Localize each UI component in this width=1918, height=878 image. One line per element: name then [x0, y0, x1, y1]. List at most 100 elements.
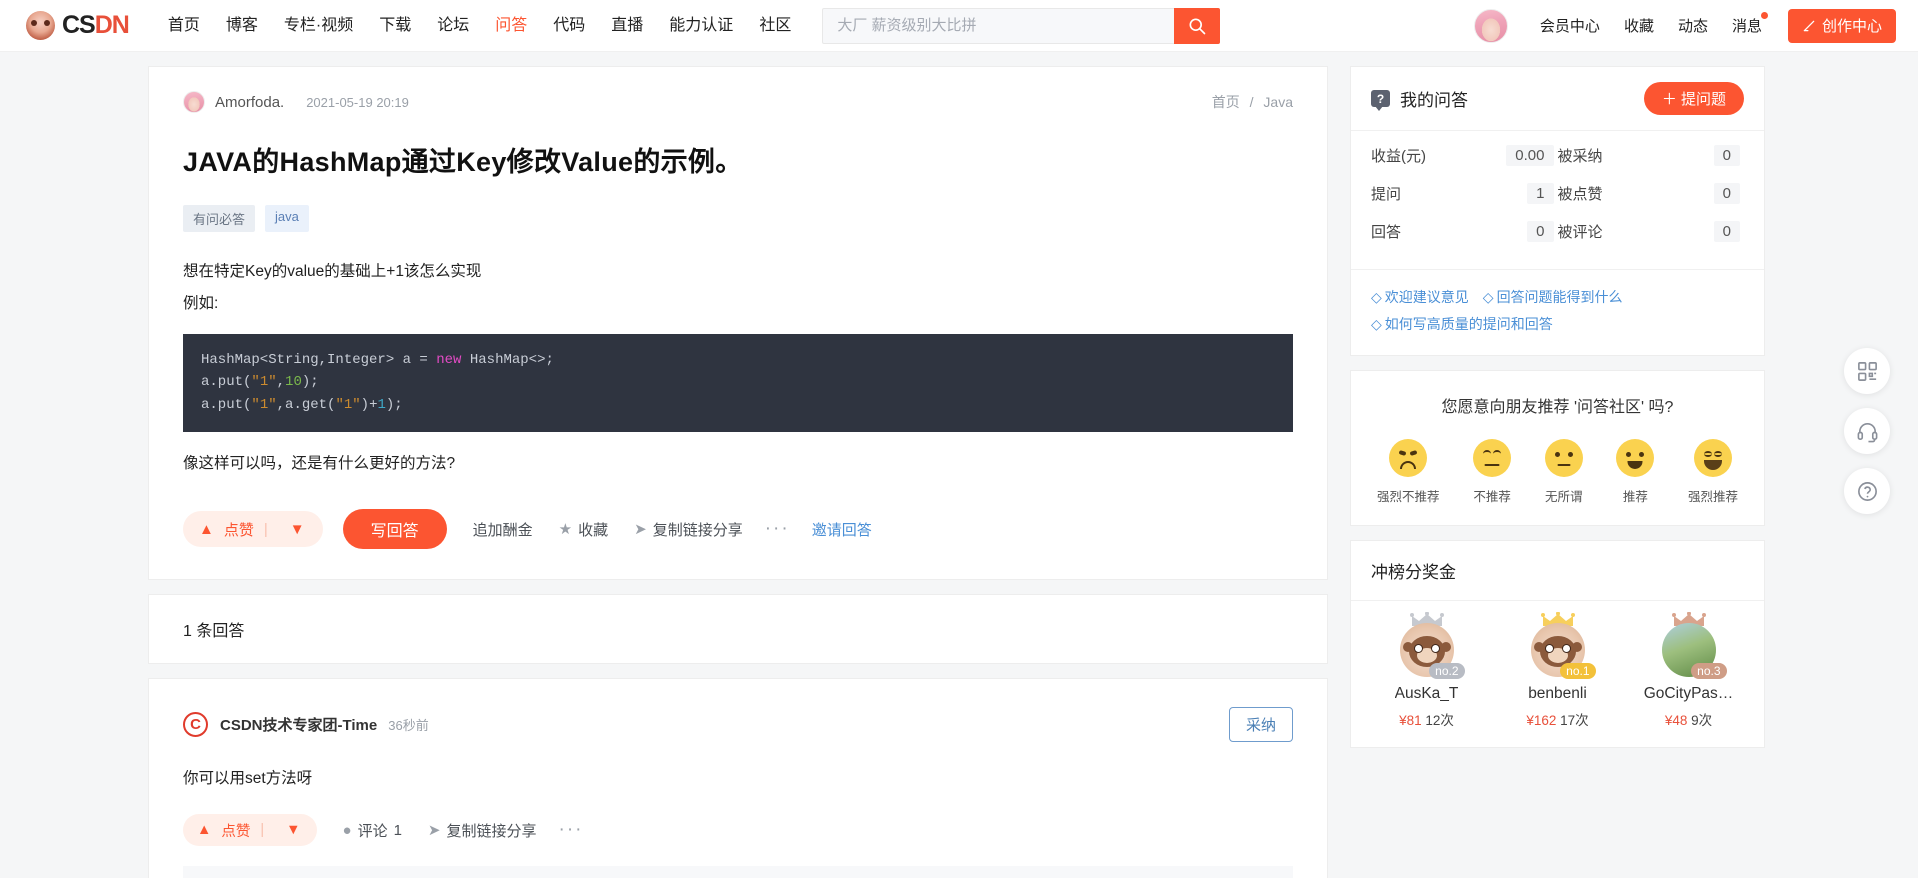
- qrcode-button[interactable]: [1844, 348, 1890, 394]
- search-button[interactable]: [1174, 7, 1221, 44]
- ranking-item[interactable]: no.2 AusKa_T ¥81 12次: [1367, 611, 1487, 729]
- answer-like-control[interactable]: ▲ 点赞 | ▼: [183, 814, 317, 847]
- nav-item-9[interactable]: 社区: [746, 0, 804, 52]
- answerer-avatar[interactable]: C: [183, 712, 208, 738]
- top-navigation-bar: CSDN 首页 博客 专栏·视频 下载 论坛 问答 代码 直播 能力认证 社区 …: [0, 0, 1918, 52]
- invite-answer-button[interactable]: 邀请回答: [812, 519, 872, 540]
- nps-option-neutral[interactable]: 无所谓: [1544, 438, 1583, 505]
- user-avatar[interactable]: [1473, 8, 1508, 43]
- ranking-item[interactable]: no.1 benbenli ¥162 17次: [1498, 611, 1618, 729]
- accept-answer-button[interactable]: 采纳: [1228, 707, 1293, 743]
- suggestion-link[interactable]: ◇ 欢迎建议意见: [1371, 289, 1469, 305]
- search-input[interactable]: [822, 7, 1175, 44]
- ranking-avatar-wrap: no.3: [1661, 611, 1727, 679]
- write-answer-button[interactable]: 写回答: [342, 509, 447, 550]
- rank-badge: no.2: [1429, 662, 1465, 679]
- breadcrumb: 首页 / Java: [1212, 92, 1293, 112]
- stat-income: 收益(元) 0.00: [1371, 145, 1558, 166]
- ranking-title: 冲榜分奖金: [1351, 541, 1764, 601]
- nav-item-3[interactable]: 下载: [366, 0, 424, 52]
- question-like-control[interactable]: ▲ 点赞 | ▼: [183, 511, 323, 548]
- divider: |: [263, 520, 268, 538]
- favorite-button[interactable]: ★ 收藏: [559, 519, 608, 540]
- stat-commented: 被评论 0: [1558, 221, 1745, 242]
- nav-item-1[interactable]: 博客: [213, 0, 271, 52]
- ranking-list: no.2 AusKa_T ¥81 12次 no.1 benbenli ¥162 …: [1351, 601, 1764, 747]
- triangle-up-icon[interactable]: ▲: [199, 521, 214, 538]
- stat-label: 收益(元): [1371, 148, 1426, 165]
- divider: |: [260, 822, 265, 839]
- stat-questions: 提问 1: [1371, 183, 1558, 204]
- nav-item-8[interactable]: 能力认证: [656, 0, 746, 52]
- stat-value: 0: [1713, 183, 1740, 204]
- angry-face-icon: [1389, 438, 1428, 477]
- messages-link[interactable]: 消息: [1720, 12, 1774, 36]
- ranking-user-name: benbenli: [1528, 684, 1587, 702]
- answerer-name[interactable]: CSDN技术专家团-Time: [220, 714, 377, 735]
- rewards-link[interactable]: ◇ 回答问题能得到什么: [1483, 289, 1623, 305]
- code-l1-b: HashMap<>;: [461, 351, 554, 368]
- nav-item-0[interactable]: 首页: [155, 0, 213, 52]
- triangle-down-icon[interactable]: ▼: [274, 822, 312, 838]
- ranking-times: 9次: [1691, 712, 1713, 728]
- ranking-meta: ¥162 17次: [1526, 709, 1588, 729]
- stat-label: 被采纳: [1557, 148, 1603, 165]
- ranking-item[interactable]: no.3 GoCityPas… ¥48 9次: [1629, 611, 1749, 729]
- breadcrumb-home[interactable]: 首页: [1212, 94, 1240, 110]
- create-center-button[interactable]: 创作中心: [1787, 8, 1896, 43]
- stat-label: 提问: [1371, 186, 1402, 203]
- tag-java[interactable]: java: [265, 205, 309, 232]
- help-button[interactable]: [1844, 468, 1890, 514]
- triangle-down-icon[interactable]: ▼: [278, 521, 317, 538]
- page-container: Amorfoda. 2021-05-19 20:19 首页 / Java JAV…: [0, 52, 1918, 878]
- favorites-link[interactable]: 收藏: [1612, 15, 1666, 36]
- quality-guide-link[interactable]: ◇ 如何写高质量的提问和回答: [1371, 316, 1553, 332]
- nav-item-2[interactable]: 专栏·视频: [271, 0, 366, 52]
- code-l2-number: 10: [285, 374, 302, 391]
- answer-comment-button[interactable]: ● 评论 1: [343, 820, 402, 841]
- ranking-amount: ¥162: [1526, 712, 1557, 728]
- triangle-up-icon[interactable]: ▲: [197, 822, 211, 838]
- answer-actions: ▲ 点赞 | ▼ ● 评论 1 ➤ 复制链接分享 ···: [183, 814, 1293, 847]
- ranking-avatar-wrap: no.2: [1399, 611, 1465, 679]
- share-link-button[interactable]: ➤ 复制链接分享: [634, 519, 743, 540]
- question-body-line-2: 例如:: [183, 294, 219, 312]
- nav-item-6[interactable]: 代码: [540, 0, 598, 52]
- stat-value: 1: [1527, 183, 1554, 204]
- nps-option-not-recommend[interactable]: 不推荐: [1473, 438, 1512, 505]
- nps-option-strongly-not-recommend[interactable]: 强烈不推荐: [1377, 438, 1440, 505]
- search-icon: [1189, 18, 1206, 34]
- support-button[interactable]: [1844, 408, 1890, 454]
- nps-option-recommend[interactable]: 推荐: [1616, 438, 1655, 505]
- more-options-button[interactable]: ···: [765, 518, 790, 540]
- stat-row: 提问 1 被点赞 0: [1371, 183, 1744, 204]
- question-actions: ▲ 点赞 | ▼ 写回答 追加酬金 ★ 收藏 ➤ 复制链接分享 ··· 邀请回答: [183, 509, 1293, 550]
- header-right-area: 会员中心 收藏 动态 消息 创作中心: [1473, 8, 1896, 43]
- code-l3-c: )+: [360, 396, 378, 413]
- csdn-logo[interactable]: CSDN: [26, 11, 130, 40]
- ask-question-button[interactable]: ＋ 提问题: [1643, 82, 1744, 115]
- answer-body: 你可以用set方法呀: [183, 770, 313, 788]
- qrcode-icon: [1857, 361, 1877, 381]
- add-bounty-button[interactable]: 追加酬金: [473, 519, 533, 540]
- answer-like-label: 点赞: [221, 823, 251, 840]
- breadcrumb-category[interactable]: Java: [1263, 94, 1293, 110]
- answer-more-button[interactable]: ···: [559, 819, 584, 841]
- ranking-times: 17次: [1560, 712, 1589, 728]
- floating-tool-rail: [1844, 348, 1890, 514]
- nps-option-strongly-recommend[interactable]: 强烈推荐: [1688, 438, 1738, 505]
- nav-item-qa[interactable]: 问答: [482, 0, 540, 52]
- question-author[interactable]: Amorfoda. 2021-05-19 20:19: [183, 91, 409, 113]
- diamond-icon: ◇: [1371, 289, 1382, 305]
- answer-item: C CSDN技术专家团-Time 36秒前 采纳 你可以用set方法呀 ▲ 点赞…: [148, 678, 1328, 878]
- tag-must-answer[interactable]: 有问必答: [183, 205, 256, 232]
- answer-time: 36秒前: [388, 718, 429, 734]
- activity-link[interactable]: 动态: [1666, 15, 1720, 36]
- nav-item-4[interactable]: 论坛: [424, 0, 482, 52]
- member-center-link[interactable]: 会员中心: [1528, 15, 1612, 36]
- code-l3-string-1: "1": [251, 396, 277, 413]
- stat-row: 收益(元) 0.00 被采纳 0: [1371, 145, 1744, 166]
- question-card: Amorfoda. 2021-05-19 20:19 首页 / Java JAV…: [148, 66, 1328, 581]
- answer-share-button[interactable]: ➤ 复制链接分享: [428, 820, 537, 841]
- nav-item-7[interactable]: 直播: [598, 0, 656, 52]
